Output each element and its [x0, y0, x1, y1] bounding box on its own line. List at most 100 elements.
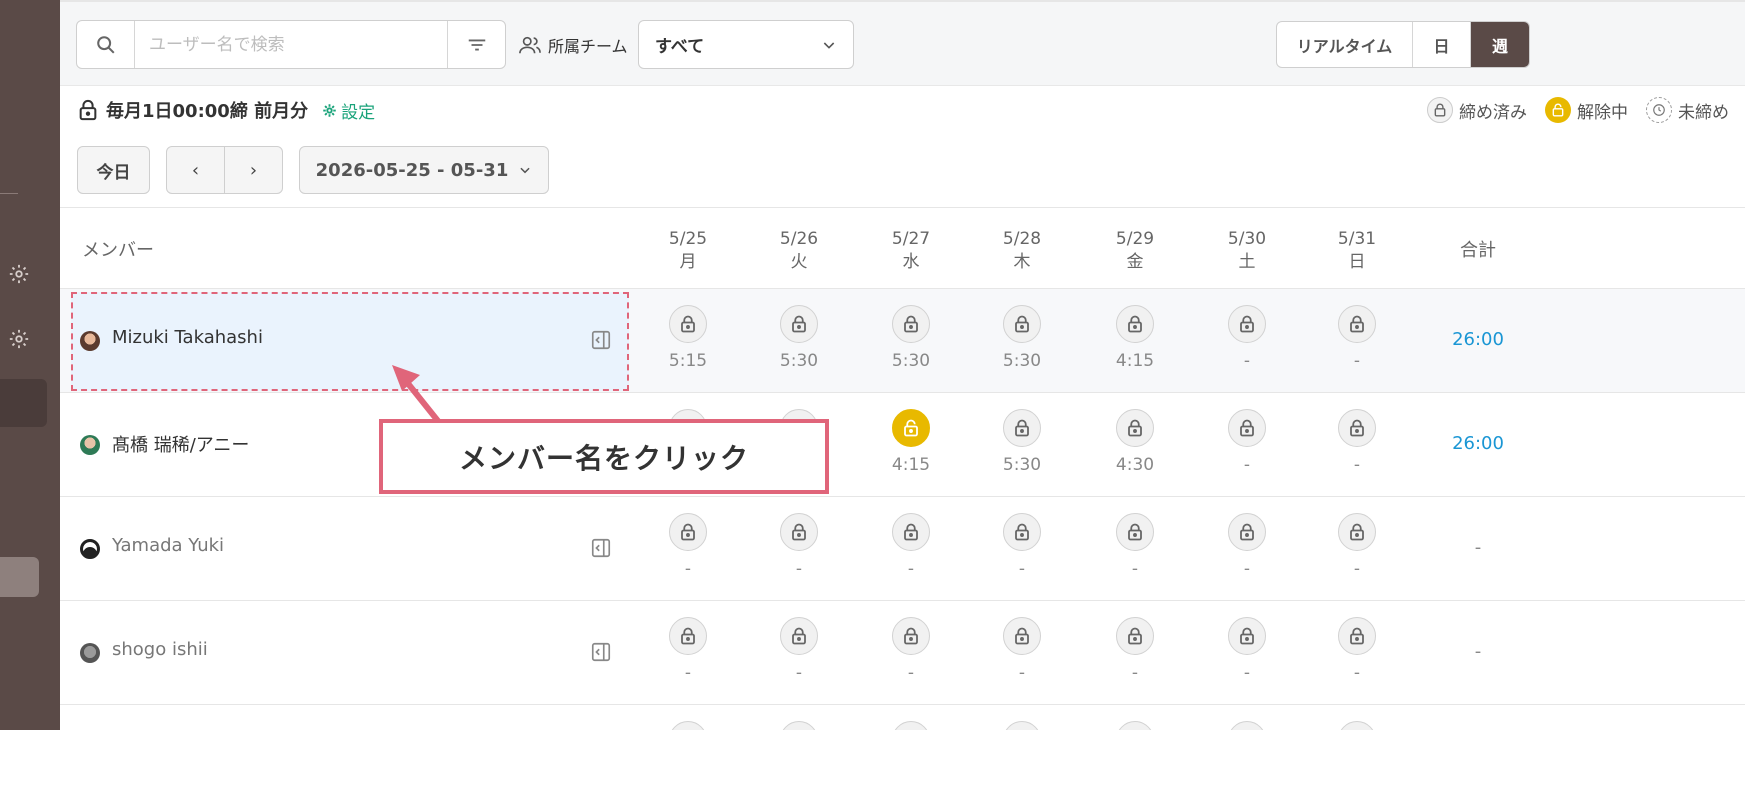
member-name[interactable]: Mizuki Takahashi: [112, 327, 263, 348]
team-select-value: すべて: [655, 37, 705, 57]
lock-closed-icon[interactable]: [1003, 513, 1041, 551]
gear-icon[interactable]: [8, 263, 30, 285]
side-panel-icon[interactable]: [590, 641, 612, 663]
day-cell[interactable]: -: [871, 497, 951, 601]
day-cell[interactable]: -: [1317, 393, 1397, 497]
closing-text: 毎月1日00:00締 前月分: [106, 101, 309, 122]
day-cell[interactable]: -: [1317, 601, 1397, 705]
lock-closed-icon[interactable]: [1003, 617, 1041, 655]
lock-closed-icon[interactable]: [780, 305, 818, 343]
day-cell[interactable]: -: [759, 601, 839, 705]
day-cell[interactable]: -: [759, 497, 839, 601]
callout-box: メンバー名をクリック: [379, 419, 829, 494]
lock-closed-icon[interactable]: [1003, 721, 1041, 730]
view-mode-toggle: リアルタイム 日 週: [1276, 21, 1530, 68]
sidebar-item-active[interactable]: [0, 379, 47, 427]
lock-closed-icon[interactable]: [1116, 513, 1154, 551]
lock-open-icon[interactable]: [892, 409, 930, 447]
lock-closed-icon[interactable]: [1116, 409, 1154, 447]
day-time: -: [1353, 663, 1361, 683]
lock-closed-icon[interactable]: [669, 617, 707, 655]
sidebar: [0, 0, 60, 730]
day-cell[interactable]: 5:30: [871, 289, 951, 393]
day-cell[interactable]: [982, 705, 1062, 730]
lock-closed-icon[interactable]: [1228, 721, 1266, 730]
day-cell[interactable]: 5:30: [982, 289, 1062, 393]
lock-closed-icon[interactable]: [1338, 721, 1376, 730]
day-cell[interactable]: 5:30: [982, 393, 1062, 497]
lock-closed-icon[interactable]: [1003, 305, 1041, 343]
date-range-picker[interactable]: 2026-05-25 - 05-31: [299, 146, 549, 194]
lock-closed-icon[interactable]: [780, 721, 818, 730]
filter-button[interactable]: [447, 21, 505, 68]
search-icon[interactable]: [77, 21, 135, 68]
day-cell[interactable]: -: [1207, 601, 1287, 705]
lock-closed-icon[interactable]: [1116, 305, 1154, 343]
day-cell[interactable]: -: [1207, 289, 1287, 393]
day-cell[interactable]: [648, 705, 728, 730]
day-cell[interactable]: [1317, 705, 1397, 730]
day-cell[interactable]: -: [648, 497, 728, 601]
lock-closed-icon[interactable]: [1228, 513, 1266, 551]
search-input[interactable]: [135, 21, 449, 68]
lock-closed-icon[interactable]: [892, 513, 930, 551]
day-cell[interactable]: [759, 705, 839, 730]
lock-closed-icon[interactable]: [1228, 305, 1266, 343]
day-cell[interactable]: -: [1207, 393, 1287, 497]
day-date: 5/30: [1227, 229, 1267, 249]
side-panel-icon[interactable]: [590, 329, 612, 351]
sidebar-item[interactable]: [0, 557, 39, 597]
lock-closed-icon[interactable]: [892, 305, 930, 343]
lock-closed-icon[interactable]: [1338, 617, 1376, 655]
day-date: 5/27: [891, 229, 931, 249]
day-cell[interactable]: -: [982, 497, 1062, 601]
day-cell[interactable]: [871, 705, 951, 730]
lock-closed-icon[interactable]: [1116, 721, 1154, 730]
day-cell[interactable]: -: [1317, 497, 1397, 601]
day-cell[interactable]: -: [1207, 497, 1287, 601]
day-cell[interactable]: -: [1095, 497, 1175, 601]
team-select[interactable]: すべて: [638, 20, 854, 69]
member-name[interactable]: 髙橋 瑞稀/アニー: [112, 431, 249, 457]
day-cell[interactable]: 5:15: [648, 289, 728, 393]
next-week-button[interactable]: ›: [225, 147, 282, 193]
lock-closed-icon[interactable]: [669, 721, 707, 730]
lock-closed-icon[interactable]: [669, 513, 707, 551]
lock-closed-icon[interactable]: [780, 617, 818, 655]
day-cell[interactable]: 4:15: [871, 393, 951, 497]
view-mode-week[interactable]: 週: [1471, 22, 1529, 67]
filter-icon: [468, 39, 485, 50]
lock-closed-icon[interactable]: [1228, 409, 1266, 447]
gear-icon[interactable]: [8, 328, 30, 350]
lock-closed-icon[interactable]: [892, 721, 930, 730]
day-cell[interactable]: 4:15: [1095, 289, 1175, 393]
settings-link[interactable]: 設定: [322, 98, 375, 123]
day-cell[interactable]: -: [1095, 601, 1175, 705]
day-cell[interactable]: -: [1317, 289, 1397, 393]
view-mode-day[interactable]: 日: [1413, 22, 1471, 67]
day-cell[interactable]: -: [982, 601, 1062, 705]
today-button[interactable]: 今日: [77, 146, 150, 194]
member-name[interactable]: shogo ishii: [112, 639, 208, 660]
lock-closed-icon[interactable]: [1338, 513, 1376, 551]
view-mode-realtime[interactable]: リアルタイム: [1277, 22, 1413, 67]
member-name[interactable]: Yamada Yuki: [112, 535, 224, 556]
side-panel-icon[interactable]: [590, 537, 612, 559]
lock-closed-icon[interactable]: [1003, 409, 1041, 447]
day-cell[interactable]: 4:30: [1095, 393, 1175, 497]
lock-closed-icon[interactable]: [1228, 617, 1266, 655]
lock-closed-icon[interactable]: [892, 617, 930, 655]
day-cell[interactable]: [1207, 705, 1287, 730]
day-date: 5/28: [1002, 229, 1042, 249]
column-header-member: メンバー: [82, 240, 154, 261]
lock-closed-icon[interactable]: [1116, 617, 1154, 655]
lock-closed-icon[interactable]: [1338, 409, 1376, 447]
lock-closed-icon[interactable]: [669, 305, 707, 343]
prev-week-button[interactable]: ‹: [167, 147, 225, 193]
day-cell[interactable]: [1095, 705, 1175, 730]
day-cell[interactable]: -: [871, 601, 951, 705]
lock-closed-icon[interactable]: [780, 513, 818, 551]
day-cell[interactable]: -: [648, 601, 728, 705]
day-cell[interactable]: 5:30: [759, 289, 839, 393]
lock-closed-icon[interactable]: [1338, 305, 1376, 343]
